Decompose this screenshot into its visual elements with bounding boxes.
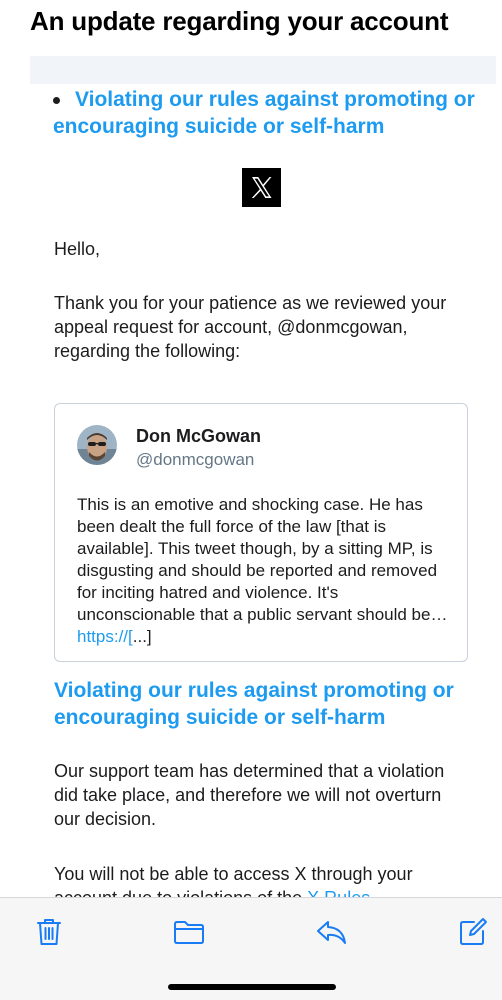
- violation-bullet: Violating our rules against promoting or…: [53, 86, 483, 140]
- tweet-text: This is an emotive and shocking case. He…: [77, 495, 448, 624]
- tweet-truncation: ...]: [132, 627, 152, 646]
- tweet-author-name: Don McGowan: [136, 426, 261, 446]
- tweet-link[interactable]: https://[: [77, 627, 133, 646]
- mail-message-view: An update regarding your account Violati…: [0, 0, 502, 1000]
- mail-toolbar: [0, 897, 502, 1000]
- tweet-author-handle: @donmcgowan: [136, 450, 255, 469]
- tweet-body: This is an emotive and shocking case. He…: [77, 494, 455, 648]
- intro-text: Thank you for your patience as we review…: [54, 293, 447, 361]
- avatar: [77, 425, 117, 465]
- greeting-text: Hello,: [54, 239, 101, 259]
- email-header-band: [30, 56, 496, 84]
- reply-icon[interactable]: [314, 915, 348, 949]
- bullet-dot: [53, 97, 60, 104]
- x-logo-icon: [242, 168, 281, 207]
- quoted-tweet-card[interactable]: Don McGowan @donmcgowan This is an emoti…: [54, 403, 468, 662]
- violation-heading-link[interactable]: Violating our rules against promoting or…: [54, 677, 484, 731]
- home-indicator[interactable]: [168, 984, 336, 990]
- email-subject: An update regarding your account: [30, 6, 449, 36]
- folder-icon[interactable]: [172, 915, 206, 949]
- compose-icon[interactable]: [456, 915, 490, 949]
- trash-icon[interactable]: [32, 915, 66, 949]
- decision-text: Our support team has determined that a v…: [54, 761, 445, 829]
- violation-bullet-link[interactable]: Violating our rules against promoting or…: [53, 86, 483, 140]
